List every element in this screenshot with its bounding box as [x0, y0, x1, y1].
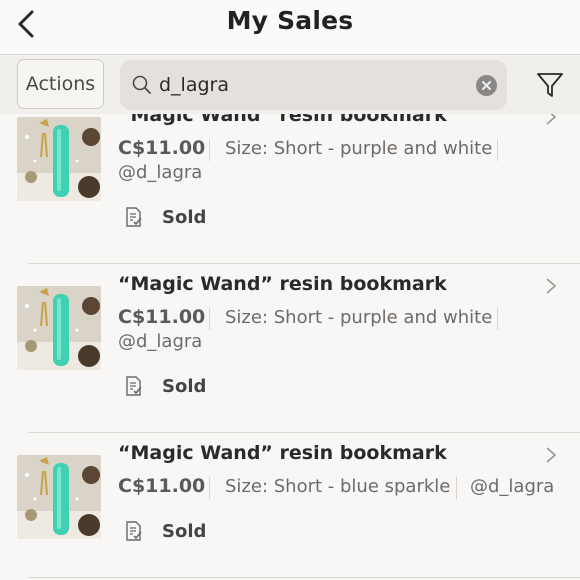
item-price: C$11.00 — [118, 306, 206, 328]
filter-icon[interactable] — [535, 70, 565, 100]
app-header: My Sales — [0, 0, 580, 55]
status-label: Sold — [162, 207, 207, 228]
buyer-username: @d_lagra — [118, 331, 203, 352]
search-bar[interactable] — [120, 60, 507, 110]
item-title: “Magic Wand” resin bookmark — [118, 114, 447, 126]
page-title: My Sales — [226, 6, 354, 35]
chevron-right-icon — [546, 447, 557, 463]
divider — [28, 577, 580, 578]
list-item[interactable]: “Magic Wand” resin bookmark C$11.00 Size… — [0, 437, 580, 580]
product-thumbnail — [17, 455, 101, 539]
item-title: “Magic Wand” resin bookmark — [118, 273, 447, 295]
clear-search-icon[interactable] — [476, 75, 497, 96]
chevron-right-icon — [546, 114, 557, 125]
item-price: C$11.00 — [118, 137, 206, 159]
list-item[interactable]: “Magic Wand” resin bookmark C$11.00 Size… — [0, 268, 580, 437]
item-size: Size: Short - blue sparkle — [225, 476, 451, 497]
order-status-icon — [126, 376, 142, 396]
item-title: “Magic Wand” resin bookmark — [118, 442, 447, 464]
product-thumbnail — [17, 286, 101, 370]
separator — [497, 308, 498, 330]
separator — [497, 139, 498, 161]
order-status-icon — [126, 521, 142, 541]
divider — [28, 263, 580, 264]
sales-list: “Magic Wand” resin bookmark C$11.00 Size… — [0, 114, 580, 580]
chevron-right-icon — [546, 278, 557, 294]
buyer-username: @d_lagra — [118, 162, 203, 183]
buyer-username: @d_lagra — [470, 476, 555, 497]
divider — [28, 432, 580, 433]
list-item[interactable]: “Magic Wand” resin bookmark C$11.00 Size… — [0, 114, 580, 268]
toolbar: Actions — [0, 56, 580, 114]
order-status-icon — [126, 207, 142, 227]
search-input[interactable] — [159, 70, 459, 100]
item-size: Size: Short - purple and white — [225, 307, 493, 328]
separator — [209, 308, 210, 330]
actions-button[interactable]: Actions — [17, 59, 104, 109]
product-thumbnail — [17, 117, 101, 201]
item-size: Size: Short - purple and white — [225, 138, 493, 159]
search-icon — [132, 75, 151, 94]
status-label: Sold — [162, 521, 207, 542]
separator — [209, 139, 210, 161]
separator — [456, 477, 457, 499]
item-price: C$11.00 — [118, 475, 206, 497]
status-label: Sold — [162, 376, 207, 397]
separator — [209, 477, 210, 499]
